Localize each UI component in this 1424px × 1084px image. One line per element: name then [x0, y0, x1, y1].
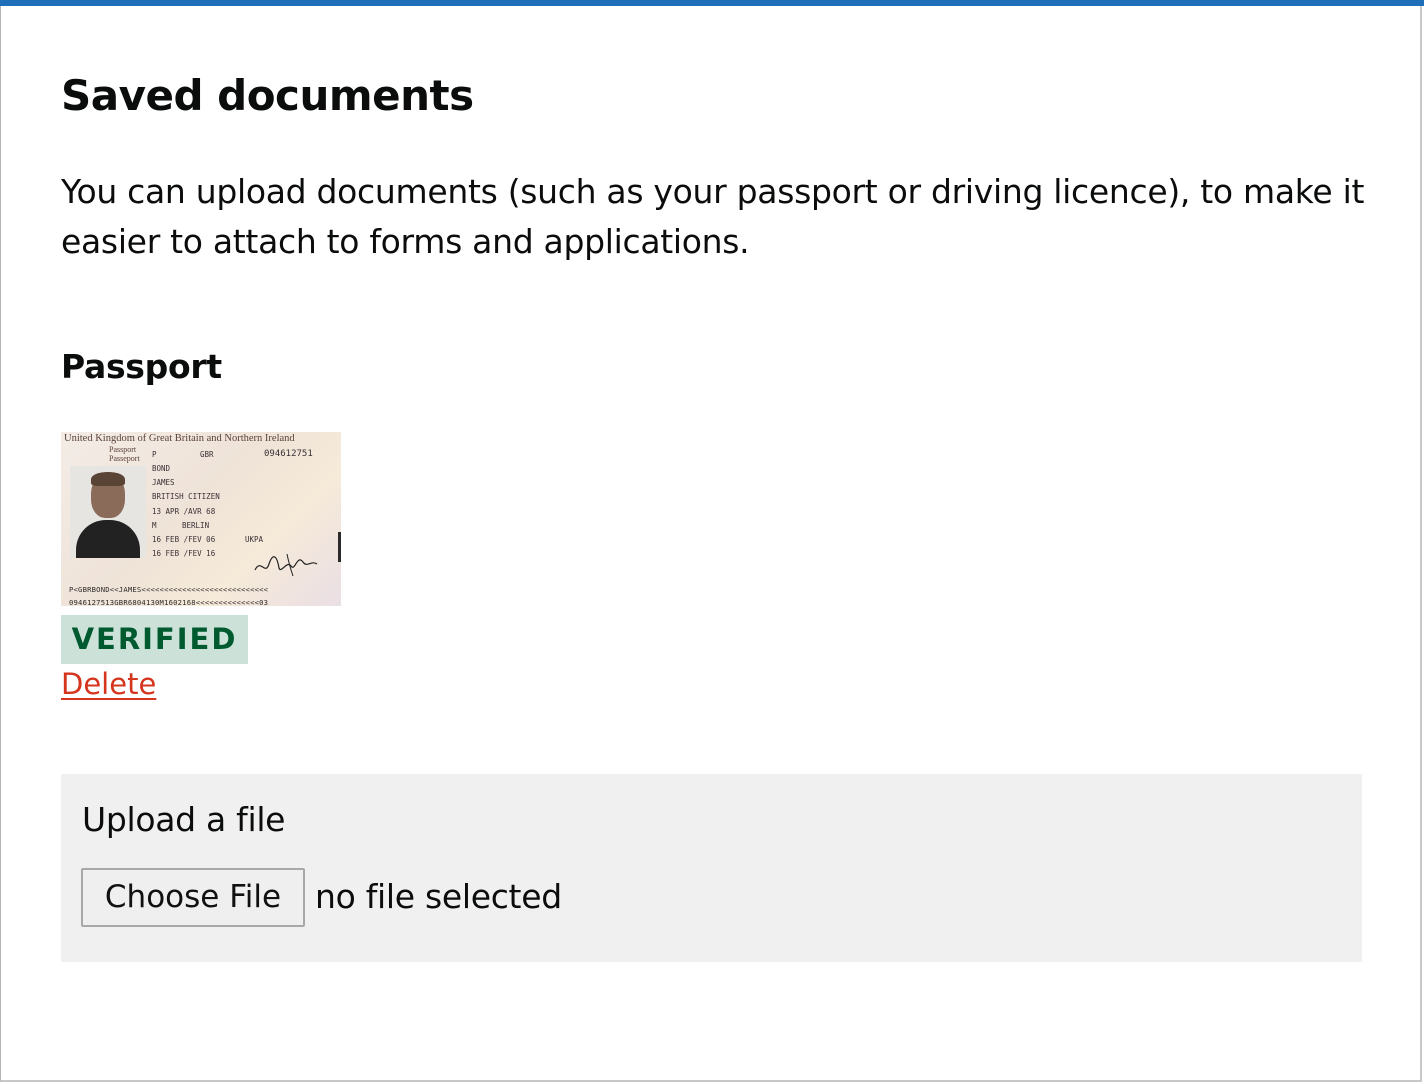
passport-sex: M [152, 521, 157, 530]
file-status-text: no file selected [315, 877, 562, 916]
passport-nationality: BRITISH CITIZEN [152, 492, 220, 501]
passport-number: 094612751 [264, 449, 313, 459]
passport-photo [70, 466, 146, 558]
passport-mrz-line-1: P<GBRBOND<<JAMES<<<<<<<<<<<<<<<<<<<<<<<<… [69, 585, 269, 594]
choose-file-button[interactable]: Choose File [81, 868, 305, 927]
passport-date-of-birth: 13 APR /AVR 68 [152, 507, 216, 516]
passport-mrz-line-2: 0946127513GBR6804130M1602168<<<<<<<<<<<<… [69, 598, 269, 606]
status-badge: VERIFIED [61, 615, 248, 664]
page-title: Saved documents [61, 71, 474, 120]
passport-date-of-expiry: 16 FEB /FEV 16 [152, 549, 216, 558]
passport-surname: BOND [152, 464, 171, 473]
passport-place-of-birth: BERLIN [182, 521, 210, 530]
passport-doc-label: Passport Passeport [109, 445, 140, 463]
delete-link[interactable]: Delete [61, 664, 156, 704]
upload-panel: Upload a file Choose File no file select… [61, 774, 1362, 962]
signature-icon [254, 553, 318, 577]
passport-date-of-issue: 16 FEB /FEV 06 [152, 535, 216, 544]
top-accent-bar [0, 0, 1424, 6]
passport-thumbnail: United Kingdom of Great Britain and Nort… [61, 432, 341, 606]
passport-type: P [152, 450, 157, 459]
passport-authority: UKPA [245, 535, 264, 544]
passport-issuer: United Kingdom of Great Britain and Nort… [64, 433, 295, 444]
page-intro: You can upload documents (such as your p… [61, 172, 1365, 261]
passport-code: GBR [200, 450, 214, 459]
upload-label: Upload a file [82, 800, 286, 839]
document-heading-passport: Passport [61, 347, 222, 386]
passport-given-names: JAMES [152, 478, 175, 487]
